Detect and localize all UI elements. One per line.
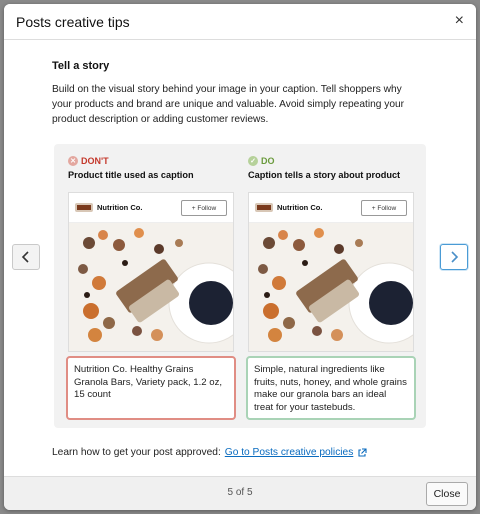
brand-name: Nutrition Co. bbox=[277, 203, 323, 212]
product-image bbox=[249, 223, 413, 351]
do-verdict: ✓ DO bbox=[248, 156, 275, 166]
verdict-label: DO bbox=[261, 156, 275, 166]
policy-help: Learn how to get your post approved: Go … bbox=[52, 447, 367, 458]
modal-header: Posts creative tips × bbox=[4, 4, 476, 40]
previous-button[interactable] bbox=[12, 244, 40, 270]
brand-logo bbox=[75, 203, 93, 212]
post-preview-card: Nutrition Co. + Follow bbox=[68, 192, 234, 352]
help-text: Learn how to get your post approved: bbox=[52, 447, 221, 458]
close-button[interactable]: Close bbox=[426, 482, 468, 506]
dont-verdict: ✕ DON'T bbox=[68, 156, 109, 166]
section-heading: Tell a story bbox=[52, 60, 110, 72]
post-preview-card: Nutrition Co. + Follow bbox=[248, 192, 414, 352]
brand-logo bbox=[255, 203, 273, 212]
modal-title: Posts creative tips bbox=[16, 14, 130, 30]
external-link-icon bbox=[358, 447, 367, 457]
chevron-right-icon bbox=[451, 251, 459, 263]
verdict-label: DON'T bbox=[81, 156, 109, 166]
close-icon[interactable]: × bbox=[455, 12, 464, 30]
follow-button[interactable]: + Follow bbox=[361, 200, 407, 216]
brand-name: Nutrition Co. bbox=[97, 203, 143, 212]
modal-footer: 5 of 5 Close bbox=[4, 476, 476, 510]
x-circle-icon: ✕ bbox=[68, 156, 78, 166]
follow-button[interactable]: + Follow bbox=[181, 200, 227, 216]
example-label: Caption tells a story about product bbox=[248, 170, 401, 180]
next-button[interactable] bbox=[440, 244, 468, 270]
chevron-left-icon bbox=[21, 251, 29, 263]
post-header: Nutrition Co. + Follow bbox=[69, 193, 233, 223]
post-header: Nutrition Co. + Follow bbox=[249, 193, 413, 223]
product-image bbox=[69, 223, 233, 351]
example-label: Product title used as caption bbox=[68, 170, 194, 180]
caption-box: Nutrition Co. Healthy Grains Granola Bar… bbox=[66, 356, 236, 420]
creative-tips-modal: Posts creative tips × Tell a story Build… bbox=[4, 4, 476, 510]
check-circle-icon: ✓ bbox=[248, 156, 258, 166]
example-carousel: ✕ DON'T Product title used as caption Nu… bbox=[54, 144, 426, 428]
section-description: Build on the visual story behind your im… bbox=[52, 84, 405, 125]
page-indicator: 5 of 5 bbox=[227, 487, 253, 498]
caption-box: Simple, natural ingredients like fruits,… bbox=[246, 356, 416, 420]
policies-link[interactable]: Go to Posts creative policies bbox=[225, 447, 354, 458]
